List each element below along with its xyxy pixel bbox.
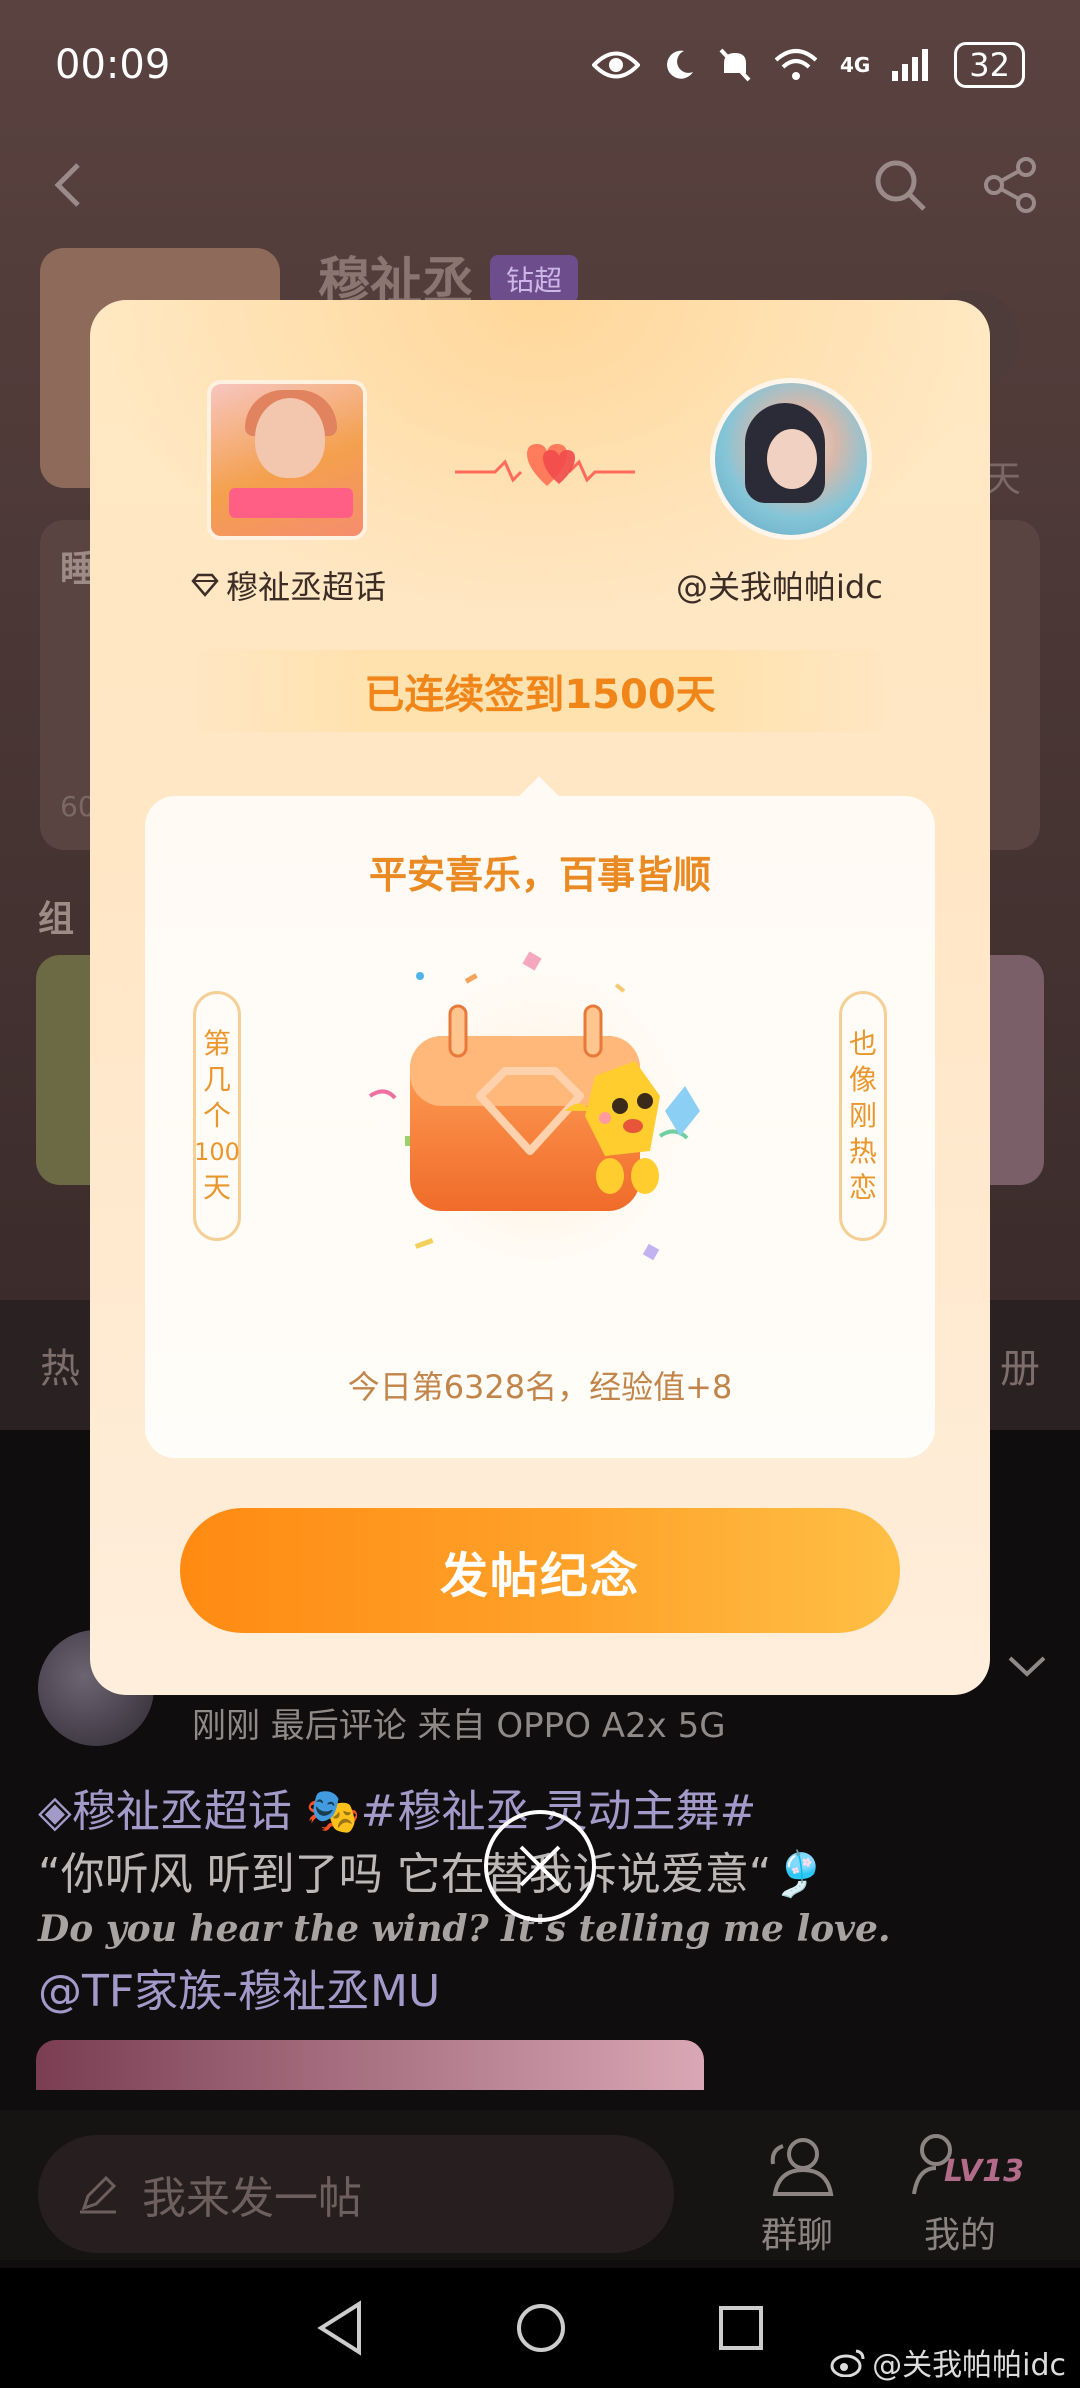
- left-scroll-char: 个: [202, 1099, 231, 1132]
- network-type: 4G: [839, 53, 871, 77]
- top-nav: [40, 150, 1040, 220]
- post-line-1: ◈穆祉丞超话 🎭#穆祉丞 灵动主舞#: [38, 1786, 757, 1837]
- left-scroll-char: 100: [194, 1138, 240, 1166]
- compose-placeholder: 我来发一帖: [142, 2173, 362, 2224]
- nav-home-icon[interactable]: [515, 2302, 567, 2354]
- tab-album[interactable]: 册: [1000, 1336, 1040, 1394]
- close-dialog-button[interactable]: [484, 1810, 596, 1922]
- checkin-dialog: 穆祉丞超话 @关我帕帕idc 已连续签到1500天 平安喜乐，百事皆顺 第 几 …: [90, 300, 990, 1695]
- side-text-right: 天: [985, 459, 1022, 500]
- back-icon[interactable]: [40, 155, 100, 215]
- right-scroll-char: 像: [848, 1063, 877, 1096]
- bottom-bar: 我来发一帖 群聊 LV13 我的: [0, 2110, 1080, 2260]
- post-image[interactable]: [36, 2040, 704, 2090]
- status-time: 00:09: [55, 42, 171, 88]
- post-line-2: “你听风 听到了吗 它在替我诉说爱意“🎐: [38, 1849, 827, 1900]
- watermark: @关我帕帕idc: [830, 2340, 1066, 2384]
- signal-icon: [892, 49, 929, 81]
- compose-input[interactable]: 我来发一帖: [38, 2135, 674, 2253]
- post-meta: 刚刚 最后评论 来自 OPPO A2x 5G: [192, 1706, 726, 1746]
- close-icon: [519, 1845, 561, 1887]
- right-scroll-char: 热: [848, 1135, 877, 1168]
- diamond-icon: [191, 573, 219, 597]
- mine-label: 我的: [923, 2215, 996, 2256]
- wifi-icon: [774, 49, 818, 80]
- chevron-down-icon[interactable]: [1000, 1640, 1054, 1694]
- post-mention[interactable]: @TF家族-穆祉丞MU: [38, 1955, 440, 2019]
- rank-text: 今日第6328名，经验值+8: [347, 1368, 733, 1406]
- status-icons: 4G 32: [591, 42, 1025, 88]
- search-icon[interactable]: [870, 155, 930, 215]
- moon-icon: [666, 50, 693, 79]
- side-text-left-2: 组: [38, 899, 75, 940]
- share-icon[interactable]: [980, 155, 1040, 215]
- nav-back-icon[interactable]: [315, 2300, 365, 2356]
- edit-icon: [80, 2175, 117, 2214]
- right-scroll-char: 恋: [848, 1171, 877, 1204]
- nav-recents-icon[interactable]: [717, 2304, 765, 2352]
- weibo-icon: [830, 2349, 865, 2377]
- level-badge: LV13: [944, 2154, 1024, 2189]
- user-avatar[interactable]: [710, 378, 872, 540]
- left-scroll-char: 第: [202, 1027, 231, 1060]
- left-scroll-label: 第 几 个 100 天: [193, 991, 241, 1241]
- supertopic-name-label: 穆祉丞超话: [226, 568, 387, 606]
- tab-group-chat[interactable]: 群聊: [737, 2130, 857, 2258]
- calendar-mascot-illustration: [368, 951, 710, 1296]
- post-commemorate-button[interactable]: 发帖纪念: [180, 1508, 900, 1633]
- checkin-card: 平安喜乐，百事皆顺 第 几 个 100 天 也 像 刚 热 恋 今日第6328名…: [145, 796, 935, 1458]
- supertopic-avatar[interactable]: [207, 380, 367, 540]
- post-line-3: Do you hear the wind? It's telling me lo…: [38, 1908, 891, 1950]
- right-scroll-char: 刚: [848, 1099, 877, 1132]
- left-scroll-char: 几: [202, 1063, 231, 1096]
- tab-hot[interactable]: 热: [40, 1336, 80, 1394]
- status-bar: 00:09 4G 32: [0, 0, 1080, 130]
- group-chat-icon: [770, 2138, 834, 2196]
- mute-icon: [719, 48, 751, 82]
- tab-mine[interactable]: LV13 我的: [900, 2130, 1024, 2258]
- supertopic-name[interactable]: 穆祉丞超话: [190, 562, 386, 608]
- left-scroll-char: 天: [202, 1171, 231, 1204]
- supertopic-badge: 钻超: [490, 255, 579, 303]
- user-name[interactable]: @关我帕帕idc: [676, 562, 883, 608]
- heart-icon: [455, 444, 635, 486]
- wish-text: 平安喜乐，百事皆顺: [368, 853, 711, 897]
- right-scroll-char: 也: [848, 1027, 877, 1060]
- right-scroll-label: 也 像 刚 热 恋: [839, 991, 887, 1241]
- group-chat-label: 群聊: [760, 2215, 833, 2256]
- battery-indicator: 32: [954, 42, 1025, 88]
- eye-icon: [591, 51, 640, 79]
- watermark-text: @关我帕帕idc: [872, 2348, 1066, 2383]
- streak-banner: 已连续签到1500天: [190, 650, 890, 732]
